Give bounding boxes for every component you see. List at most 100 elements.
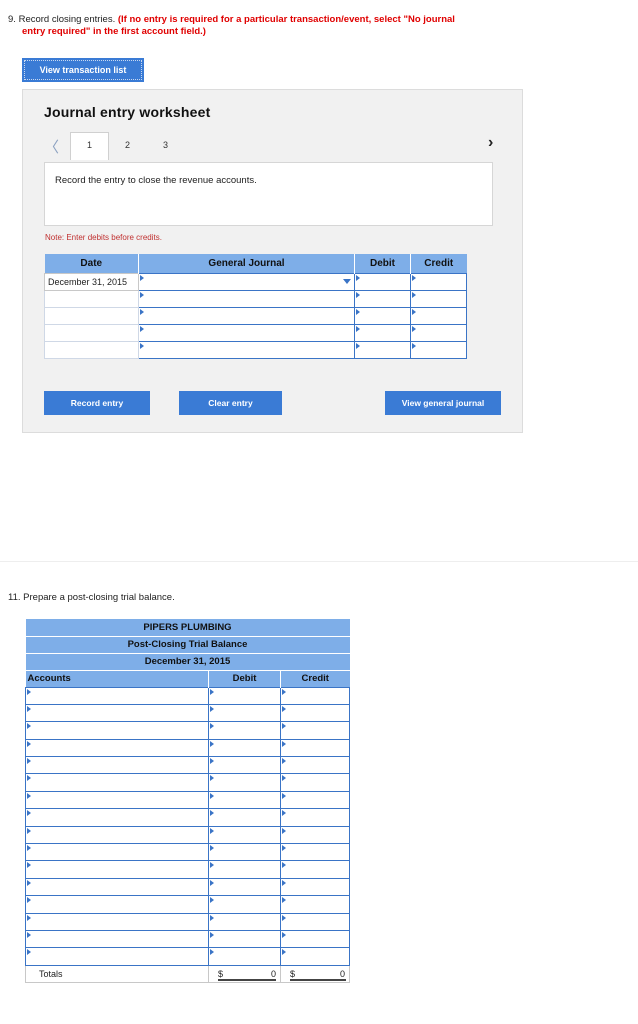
- debit-input[interactable]: [208, 703, 281, 723]
- date-cell: [44, 306, 139, 325]
- credit-input[interactable]: [280, 877, 350, 897]
- trial-balance-row: [25, 721, 350, 740]
- input-marker-icon: [412, 308, 416, 315]
- debit-input[interactable]: [208, 738, 281, 758]
- section-divider: [0, 561, 638, 562]
- chevron-down-icon[interactable]: [343, 278, 351, 284]
- debit-input[interactable]: [208, 825, 281, 845]
- account-input[interactable]: [25, 790, 209, 810]
- credit-input[interactable]: [280, 686, 350, 705]
- credit-input[interactable]: [280, 929, 350, 949]
- chevron-right-icon[interactable]: ›: [488, 134, 493, 152]
- credit-input[interactable]: [280, 843, 350, 862]
- trial-balance-row: [25, 860, 350, 879]
- credit-input[interactable]: [280, 773, 350, 792]
- account-input[interactable]: [25, 756, 209, 775]
- clear-entry-button[interactable]: Clear entry: [179, 391, 282, 415]
- account-input[interactable]: [25, 703, 209, 723]
- credit-input[interactable]: [280, 756, 350, 775]
- debit-input[interactable]: [354, 340, 411, 359]
- account-input[interactable]: [25, 808, 209, 827]
- debit-input[interactable]: [208, 721, 281, 740]
- debit-input[interactable]: [208, 773, 281, 792]
- debit-input[interactable]: [354, 306, 411, 325]
- credit-input[interactable]: [410, 323, 467, 342]
- account-input[interactable]: [25, 947, 209, 966]
- debit-input[interactable]: [208, 790, 281, 810]
- question-number: 9.: [8, 14, 16, 25]
- input-marker-icon: [210, 705, 214, 712]
- debit-input[interactable]: [208, 686, 281, 705]
- input-marker-icon: [210, 879, 214, 886]
- account-input[interactable]: [25, 929, 209, 949]
- input-marker-icon: [210, 688, 214, 695]
- debit-input[interactable]: [208, 895, 281, 914]
- credit-input[interactable]: [280, 860, 350, 879]
- debit-input[interactable]: [208, 912, 281, 931]
- input-marker-icon: [412, 342, 416, 349]
- account-input[interactable]: [25, 738, 209, 758]
- date-cell[interactable]: December 31, 2015: [44, 272, 139, 291]
- credit-input[interactable]: [280, 721, 350, 740]
- credit-input[interactable]: [410, 306, 467, 325]
- account-input[interactable]: [25, 912, 209, 931]
- tab-label-3[interactable]: 3: [163, 140, 168, 150]
- trial-balance-row: [25, 686, 350, 705]
- credit-input[interactable]: [280, 703, 350, 723]
- account-input[interactable]: [25, 773, 209, 792]
- account-input[interactable]: [138, 323, 355, 342]
- credit-input[interactable]: [410, 272, 467, 291]
- credit-input[interactable]: [410, 289, 467, 308]
- debit-input[interactable]: [208, 808, 281, 827]
- view-general-journal-button[interactable]: View general journal: [385, 391, 501, 415]
- journal-row: [44, 289, 467, 308]
- account-input[interactable]: [25, 843, 209, 862]
- tab-label-2[interactable]: 2: [125, 140, 130, 150]
- col-header-debit: Debit: [354, 254, 411, 273]
- account-input[interactable]: [25, 721, 209, 740]
- account-input[interactable]: [25, 895, 209, 914]
- account-input[interactable]: [25, 860, 209, 879]
- account-input[interactable]: [25, 686, 209, 705]
- credit-input[interactable]: [280, 808, 350, 827]
- credit-input[interactable]: [280, 790, 350, 810]
- input-marker-icon: [27, 775, 31, 782]
- credit-input[interactable]: [280, 895, 350, 914]
- debit-input[interactable]: [208, 947, 281, 966]
- question-11-prompt: 11. Prepare a post-closing trial balance…: [8, 592, 175, 604]
- account-input[interactable]: [138, 289, 355, 308]
- record-entry-button[interactable]: Record entry: [44, 391, 150, 415]
- account-input[interactable]: [138, 340, 355, 359]
- debit-input[interactable]: [208, 843, 281, 862]
- debit-input[interactable]: [354, 323, 411, 342]
- debit-input[interactable]: [208, 877, 281, 897]
- input-marker-icon: [140, 308, 144, 315]
- debit-input[interactable]: [208, 860, 281, 879]
- view-transaction-list-button[interactable]: View transaction list: [22, 58, 144, 82]
- input-marker-icon: [282, 810, 286, 817]
- date-cell: [44, 323, 139, 342]
- credit-input[interactable]: [280, 912, 350, 931]
- debit-input[interactable]: [354, 289, 411, 308]
- account-select[interactable]: [138, 272, 355, 291]
- worksheet-title: Journal entry worksheet: [44, 104, 211, 120]
- chevron-left-icon[interactable]: 〈: [44, 136, 59, 157]
- debit-input[interactable]: [208, 929, 281, 949]
- debit-input[interactable]: [208, 756, 281, 775]
- credit-input[interactable]: [410, 340, 467, 359]
- account-input[interactable]: [25, 877, 209, 897]
- account-input[interactable]: [138, 306, 355, 325]
- currency-symbol: $: [218, 968, 224, 979]
- input-marker-icon: [282, 705, 286, 712]
- input-marker-icon: [412, 325, 416, 332]
- account-input[interactable]: [25, 825, 209, 845]
- credit-input[interactable]: [280, 947, 350, 966]
- input-marker-icon: [282, 949, 286, 956]
- tab-label-1[interactable]: 1: [87, 140, 92, 150]
- credit-input[interactable]: [280, 738, 350, 758]
- journal-table: Date General Journal Debit Credit Decemb…: [44, 254, 467, 359]
- debit-input[interactable]: [354, 272, 411, 291]
- input-marker-icon: [210, 792, 214, 799]
- input-marker-icon: [356, 325, 360, 332]
- credit-input[interactable]: [280, 825, 350, 845]
